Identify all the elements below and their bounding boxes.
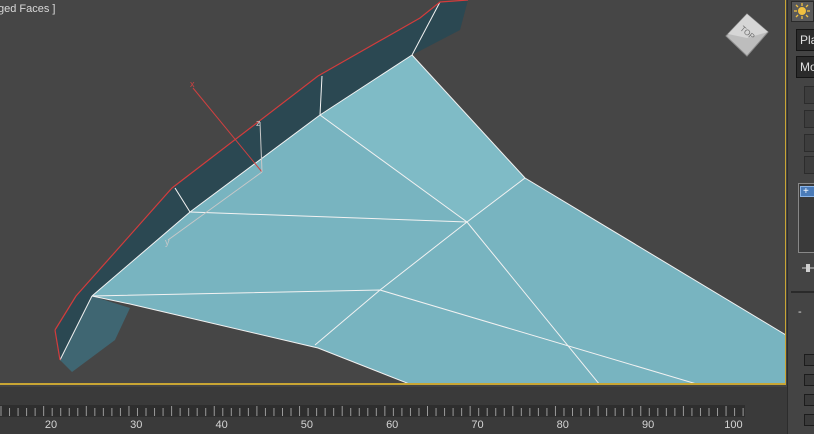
svg-text:z: z [256, 118, 261, 128]
rollout-toggle[interactable]: - [798, 307, 814, 319]
pin-stack-icon[interactable] [802, 263, 814, 273]
mesh-scene[interactable]: x z y [0, 0, 786, 385]
viewport-label[interactable]: ged Faces ] [0, 3, 55, 15]
option-checkbox-1[interactable] [804, 354, 814, 366]
ruler-tick-label: 90 [641, 419, 655, 431]
svg-text:x: x [190, 79, 195, 89]
create-type-dropdown[interactable]: Pla [796, 29, 814, 51]
time-ruler[interactable]: 20 30 40 50 60 70 80 90 100 [0, 387, 790, 434]
panel-button-3[interactable] [804, 134, 814, 152]
ruler-tick-label: 100 [724, 419, 743, 431]
option-checkbox-2[interactable] [804, 374, 814, 386]
option-checkbox-3[interactable] [804, 394, 814, 406]
svg-text:y: y [165, 237, 170, 247]
perspective-viewport[interactable]: x z y ged Faces ] TOP [0, 0, 786, 385]
ruler-tick-label: 80 [556, 419, 569, 431]
ruler-tick-label: 60 [386, 419, 399, 431]
panel-button-1[interactable] [804, 86, 814, 104]
ruler-tick-label: 20 [44, 419, 58, 431]
stack-item-selected[interactable]: + [800, 186, 814, 197]
panel-button-4[interactable] [804, 156, 814, 174]
panel-button-2[interactable] [804, 110, 814, 128]
ruler-tick-label: 40 [215, 419, 228, 431]
ruler-tick-label: 50 [300, 419, 314, 431]
viewcube-icon[interactable]: TOP [724, 12, 770, 58]
command-panel: Pla Mo + - [787, 0, 814, 434]
option-checkbox-4[interactable] [804, 414, 814, 426]
panel-divider [791, 291, 814, 293]
modifier-list-dropdown[interactable]: Mo [796, 56, 814, 78]
ruler-tick-label: 30 [130, 419, 143, 431]
ruler-tick-label: 70 [471, 419, 484, 431]
modifier-stack[interactable]: + [798, 183, 814, 253]
sun-icon[interactable] [791, 1, 814, 22]
